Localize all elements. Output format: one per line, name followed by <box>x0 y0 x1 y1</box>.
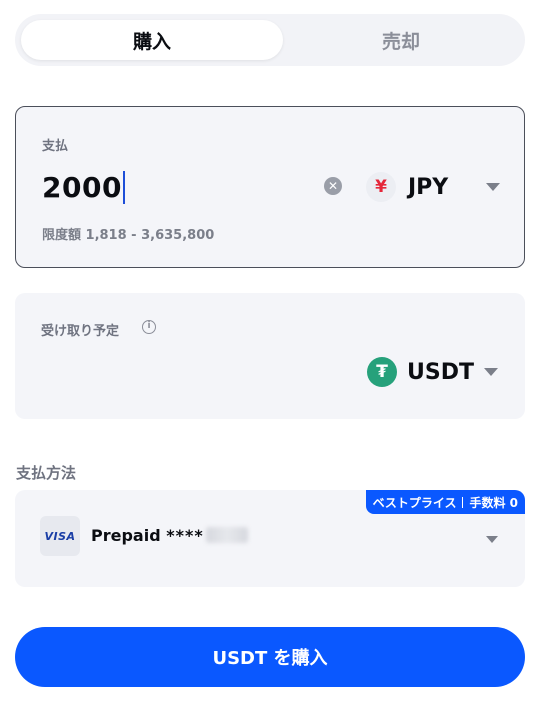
badge-divider <box>462 496 464 508</box>
clear-icon[interactable]: ✕ <box>324 177 342 195</box>
pay-amount-input[interactable]: 2000 <box>42 169 125 205</box>
best-price-label: ベストプライス <box>372 495 457 510</box>
card-label: Prepaid **** <box>91 526 248 545</box>
receive-card: 受け取り予定 i ₮ USDT <box>15 293 525 419</box>
card-mask: **** <box>166 526 204 545</box>
promo-badge: ベストプライス 手数料 0 <box>365 490 525 514</box>
pay-label: 支払 <box>42 139 69 154</box>
payment-method-select[interactable]: ベストプライス 手数料 0 VISA Prepaid **** <box>15 490 525 587</box>
pay-limit: 限度額 1,818 - 3,635,800 <box>42 228 215 243</box>
yen-icon: ¥ <box>366 172 396 202</box>
buy-usdt-button[interactable]: USDT を購入 <box>15 627 525 687</box>
payment-method-title: 支払方法 <box>16 464 77 482</box>
tab-sell[interactable]: 売却 <box>283 20 519 60</box>
pay-amount-card: 支払 2000 ✕ ¥ JPY 限度額 1,818 - 3,635,800 <box>15 106 525 268</box>
pay-currency-code: JPY <box>408 174 449 200</box>
receive-label: 受け取り予定 <box>41 324 120 339</box>
card-name: Prepaid <box>91 526 161 545</box>
fee-label: 手数料 0 <box>469 495 518 510</box>
chevron-down-icon <box>486 536 498 543</box>
receive-currency-code: USDT <box>407 359 474 385</box>
buy-sell-tabs: 購入 売却 <box>15 14 525 66</box>
tether-icon: ₮ <box>367 357 397 387</box>
info-icon[interactable]: i <box>142 320 156 334</box>
pay-amount-value: 2000 <box>42 170 122 204</box>
text-caret <box>122 170 125 204</box>
chevron-down-icon <box>486 183 500 191</box>
visa-logo: VISA <box>40 516 80 556</box>
tab-buy[interactable]: 購入 <box>21 20 283 60</box>
pay-currency-select[interactable]: ¥ JPY <box>366 171 506 203</box>
receive-currency-select[interactable]: ₮ USDT <box>367 355 507 389</box>
redacted-card-digits <box>205 527 248 543</box>
chevron-down-icon <box>484 368 498 376</box>
